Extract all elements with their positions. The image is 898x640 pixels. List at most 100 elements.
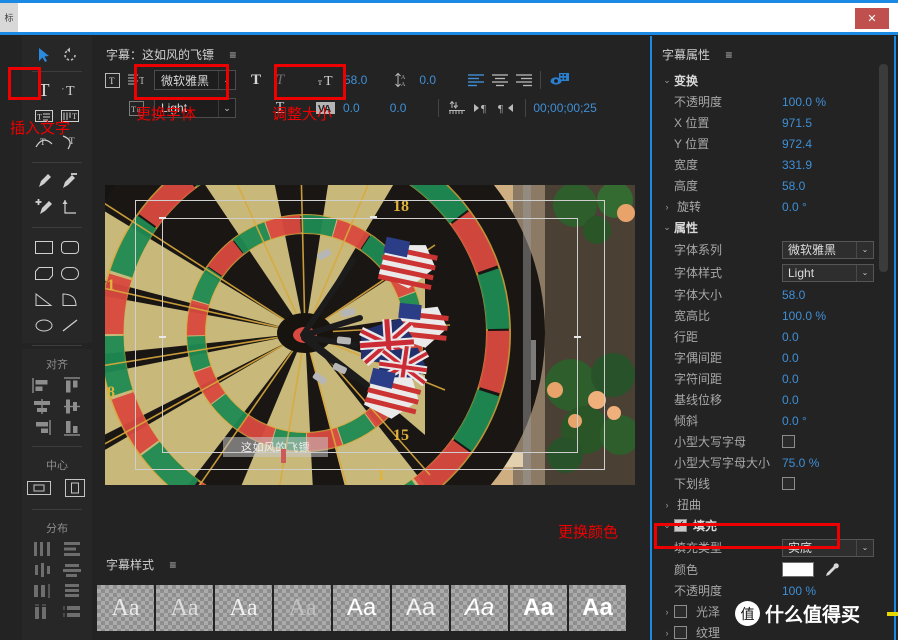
- timecode-display[interactable]: 00;00;00;25: [533, 101, 596, 115]
- chevron-down-icon[interactable]: ⌄: [856, 539, 873, 556]
- chevron-down-icon[interactable]: ⌄: [660, 520, 674, 531]
- chevron-down-icon[interactable]: ⌄: [660, 75, 674, 86]
- property-combo[interactable]: Light ⌄: [782, 263, 874, 282]
- title-text-object[interactable]: 这如风的飞镖: [223, 437, 328, 457]
- distribute-horizontal-spacing-icon[interactable]: [32, 604, 52, 621]
- add-anchor-tool[interactable]: [31, 194, 57, 220]
- chevron-right-icon[interactable]: ›: [660, 202, 674, 212]
- close-icon[interactable]: ✕: [855, 8, 889, 29]
- property-value[interactable]: 58.0: [782, 288, 805, 302]
- title-style-swatch[interactable]: Aa: [451, 585, 508, 631]
- property-value[interactable]: 0.0: [782, 330, 799, 344]
- panel-menu-icon[interactable]: ≡: [229, 48, 240, 62]
- baseline-shift-icon[interactable]: [446, 97, 470, 119]
- rounded-corner-rect-tool[interactable]: [57, 234, 83, 260]
- chevron-down-icon[interactable]: ⌄: [856, 241, 873, 258]
- title-style-swatch[interactable]: Aa: [97, 585, 154, 631]
- distribute-top-icon[interactable]: [62, 541, 82, 558]
- property-value[interactable]: 75.0 %: [782, 456, 819, 470]
- chevron-right-icon[interactable]: ›: [660, 628, 674, 638]
- property-group-properties[interactable]: ⌄ 属性: [652, 217, 892, 238]
- pen-tool[interactable]: [31, 168, 57, 194]
- property-checkbox[interactable]: [674, 605, 687, 618]
- distribute-horizontal-center-icon[interactable]: [32, 562, 52, 579]
- align-right-text-icon[interactable]: [512, 69, 536, 91]
- fill-color-swatch[interactable]: [782, 562, 814, 577]
- font-size-icon[interactable]: тT: [316, 69, 340, 91]
- resize-handle-mr[interactable]: [574, 335, 581, 338]
- tab-stops-left-icon[interactable]: ¶: [494, 97, 518, 119]
- resize-handle-tc[interactable]: [370, 216, 377, 218]
- align-left-icon[interactable]: [32, 377, 52, 394]
- tab-stops-right-icon[interactable]: ¶: [470, 97, 494, 119]
- title-video-preview[interactable]: 1 8 18 15 1: [105, 185, 635, 485]
- panel-menu-icon[interactable]: ≡: [725, 48, 736, 62]
- clipped-corner-rect-tool[interactable]: [31, 260, 57, 286]
- distribute-bottom-icon[interactable]: [62, 583, 82, 600]
- title-style-swatch[interactable]: Aa: [510, 585, 567, 631]
- leading-icon[interactable]: AA: [389, 69, 413, 91]
- font-size-value[interactable]: 58.0: [344, 73, 367, 87]
- center-vertically-icon[interactable]: [62, 478, 88, 498]
- resize-handle-ml[interactable]: [159, 335, 166, 338]
- align-left-text-icon[interactable]: [464, 69, 488, 91]
- property-group-fill[interactable]: ⌄ 填充: [652, 515, 892, 536]
- panel-menu-icon[interactable]: ≡: [169, 558, 180, 572]
- vertical-type-tool[interactable]: ,T: [57, 77, 83, 103]
- tracking-value[interactable]: 0.0: [390, 101, 407, 115]
- type-tool[interactable]: T: [31, 77, 57, 103]
- resize-handle-tl[interactable]: [159, 217, 166, 219]
- distribute-vertical-spacing-icon[interactable]: [62, 604, 82, 621]
- paragraph-list-icon[interactable]: T: [124, 69, 148, 91]
- property-value[interactable]: 0.0 °: [782, 414, 807, 428]
- align-vertical-center-icon[interactable]: [62, 398, 82, 415]
- align-right-icon[interactable]: [32, 419, 52, 436]
- align-top-icon[interactable]: [62, 377, 82, 394]
- rounded-rect-tool[interactable]: [57, 260, 83, 286]
- delete-anchor-tool[interactable]: [57, 168, 83, 194]
- chevron-down-icon[interactable]: ⌄: [856, 264, 873, 281]
- rectangle-tool[interactable]: [31, 234, 57, 260]
- title-type-icon[interactable]: T: [100, 69, 124, 91]
- eyedropper-icon[interactable]: [824, 562, 840, 578]
- selection-tool[interactable]: [31, 42, 57, 68]
- property-value[interactable]: 0.0: [782, 372, 799, 386]
- line-tool[interactable]: [57, 312, 83, 338]
- title-style-swatch[interactable]: Aa: [392, 585, 449, 631]
- property-value[interactable]: 0.0 °: [782, 200, 807, 214]
- wedge-tool[interactable]: [31, 286, 57, 312]
- property-checkbox[interactable]: [782, 435, 795, 448]
- title-style-swatch[interactable]: Aa: [215, 585, 272, 631]
- align-bottom-icon[interactable]: [62, 419, 82, 436]
- align-horizontal-center-icon[interactable]: [32, 398, 52, 415]
- leading-value[interactable]: 0.0: [419, 73, 436, 87]
- font-family-combo[interactable]: 微软雅黑 ⌄: [154, 70, 236, 90]
- distribute-left-icon[interactable]: [32, 541, 52, 558]
- property-combo[interactable]: 实底 ⌄: [782, 538, 874, 557]
- arc-tool[interactable]: [57, 286, 83, 312]
- kerning-value[interactable]: 0.0: [343, 101, 360, 115]
- property-combo[interactable]: 微软雅黑 ⌄: [782, 240, 874, 259]
- property-value[interactable]: 100.0 %: [782, 309, 826, 323]
- property-value[interactable]: 331.9: [782, 158, 812, 172]
- title-style-swatch[interactable]: Aa: [274, 585, 331, 631]
- title-style-swatch[interactable]: Aa: [156, 585, 213, 631]
- property-group-checkbox[interactable]: [674, 519, 687, 532]
- chevron-right-icon[interactable]: ›: [660, 607, 674, 617]
- browser-tab[interactable]: 标: [0, 3, 18, 32]
- property-group-transform[interactable]: ⌄ 变换: [652, 70, 892, 91]
- property-checkbox[interactable]: [782, 477, 795, 490]
- show-background-video-icon[interactable]: [548, 69, 572, 91]
- italic-button[interactable]: T: [268, 69, 292, 91]
- property-value[interactable]: 100 %: [782, 584, 816, 598]
- align-center-text-icon[interactable]: [488, 69, 512, 91]
- property-value[interactable]: 0.0: [782, 393, 799, 407]
- chevron-right-icon[interactable]: ›: [660, 500, 674, 510]
- property-value[interactable]: 971.5: [782, 116, 812, 130]
- property-value[interactable]: 58.0: [782, 179, 805, 193]
- bold-button[interactable]: T: [244, 69, 268, 91]
- center-horizontally-icon[interactable]: [26, 478, 52, 498]
- convert-anchor-tool[interactable]: [57, 194, 83, 220]
- ellipse-tool[interactable]: [31, 312, 57, 338]
- property-value[interactable]: 972.4: [782, 137, 812, 151]
